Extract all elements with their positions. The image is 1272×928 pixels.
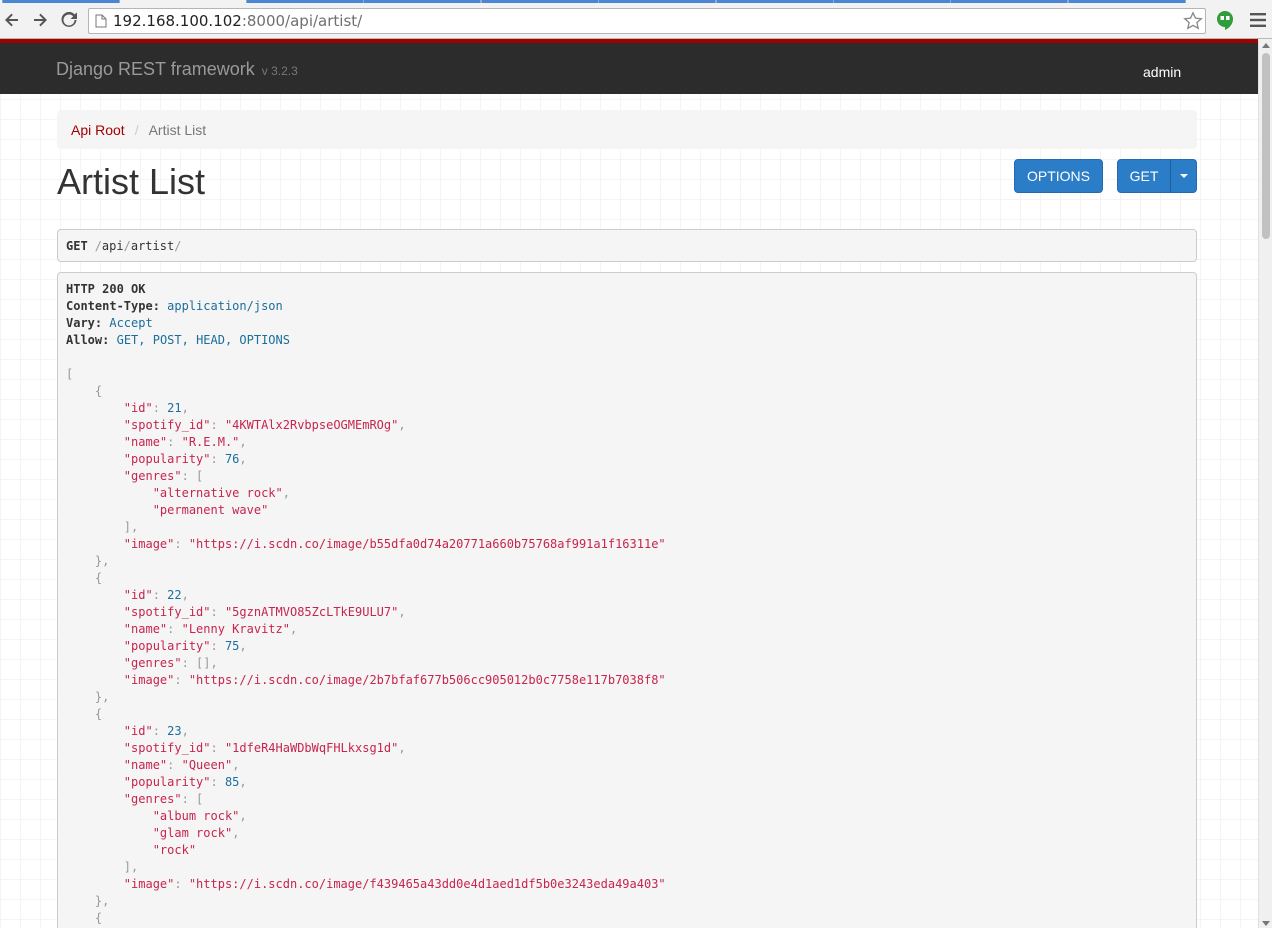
page-icon (95, 14, 107, 28)
forward-button[interactable] (28, 8, 52, 32)
response-header-allow: Allow: GET, POST, HEAD, OPTIONS (66, 333, 290, 347)
back-arrow-icon (5, 13, 18, 27)
breadcrumb-current: Artist List (148, 121, 207, 138)
page-title: Artist List (57, 161, 206, 202)
browser-tab[interactable] (833, 0, 951, 3)
response-body: [ { "id": 21, "spotify_id": "4KWTAlx2Rvb… (66, 367, 666, 925)
browser-tab[interactable] (1068, 0, 1186, 3)
reload-button[interactable] (57, 8, 81, 32)
response-header-content-type: Content-Type: application/json (66, 299, 283, 313)
browser-tab[interactable] (246, 0, 364, 3)
response-status: HTTP 200 OK (66, 282, 146, 296)
version-label: v 3.2.3 (261, 64, 298, 78)
user-menu[interactable]: admin (1143, 64, 1181, 80)
page-viewport: Django REST framework v 3.2.3 admin Api … (0, 39, 1258, 928)
back-button[interactable] (0, 8, 24, 32)
browser-tab[interactable] (481, 0, 599, 3)
get-button[interactable]: GET (1117, 159, 1171, 193)
page-scrollbar[interactable] (1258, 39, 1272, 928)
request-info: GET /api/artist/ (57, 229, 1197, 262)
response-header-vary: Vary: Accept (66, 316, 153, 330)
browser-tab[interactable] (950, 0, 1068, 3)
browser-toolbar: 192.168.100.102:8000/api/artist/ (0, 0, 1272, 39)
browser-menu-icon[interactable] (1249, 12, 1267, 28)
browser-tab[interactable] (2, 0, 120, 3)
breadcrumb-api-root[interactable]: Api Root (71, 122, 125, 138)
response-info: HTTP 200 OK Content-Type: application/js… (57, 272, 1197, 928)
url-text[interactable]: 192.168.100.102:8000/api/artist/ (113, 12, 362, 30)
page-header: Artist List OPTIONS GET (57, 149, 1197, 229)
scrollbar-thumb[interactable] (1262, 53, 1270, 239)
caret-down-icon (1179, 174, 1188, 178)
scroll-down-arrow-icon[interactable] (1262, 921, 1270, 926)
forward-arrow-icon (34, 13, 47, 27)
top-navbar: Django REST framework v 3.2.3 admin (0, 43, 1258, 94)
tab-strip (0, 0, 1272, 3)
url-host: 192.168.100.102 (113, 12, 242, 30)
request-method: GET (66, 238, 88, 253)
browser-tab[interactable] (363, 0, 481, 3)
address-bar[interactable]: 192.168.100.102:8000/api/artist/ (88, 8, 1206, 34)
breadcrumb: Api Root / Artist List (57, 110, 1197, 149)
browser-tab[interactable] (598, 0, 716, 3)
bookmark-star-icon[interactable] (1183, 11, 1203, 31)
scroll-up-arrow-icon[interactable] (1262, 43, 1270, 48)
url-path: :8000/api/artist/ (241, 12, 363, 30)
request-path: /api/artist/ (94, 238, 182, 253)
reload-icon (61, 12, 77, 27)
breadcrumb-separator: / (134, 121, 139, 138)
hangouts-extension-icon[interactable] (1215, 10, 1235, 30)
get-format-dropdown-button[interactable] (1170, 159, 1197, 193)
brand[interactable]: Django REST framework v 3.2.3 (56, 59, 298, 80)
options-button[interactable]: OPTIONS (1014, 159, 1103, 193)
brand-name: Django REST framework (56, 59, 255, 79)
content-container: Api Root / Artist List Artist List OPTIO… (57, 94, 1197, 928)
browser-tab[interactable] (716, 0, 834, 3)
